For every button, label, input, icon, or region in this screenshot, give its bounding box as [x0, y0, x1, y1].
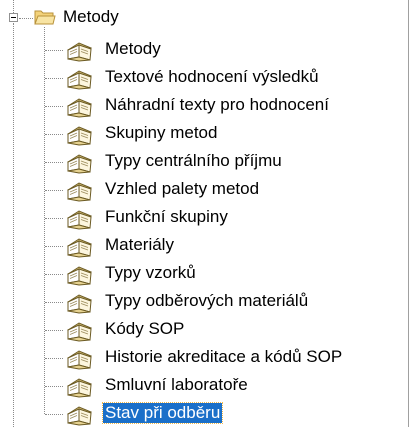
- tree-item-label: Skupiny metod: [105, 123, 218, 142]
- tree-line-children: [44, 27, 45, 414]
- tree-line-h: [45, 162, 63, 163]
- tree-item-label: Typy centrálního příjmu: [105, 151, 282, 170]
- tree-item-label: Smluvní laboratoře: [105, 375, 248, 394]
- tree-item-skupiny-metod[interactable]: Skupiny metod: [64, 121, 394, 147]
- tree-line-h: [45, 106, 63, 107]
- tree-item-stav-pri-odberu[interactable]: Stav při odběru: [64, 401, 394, 427]
- book-icon: [67, 70, 92, 90]
- tree-item-label: Metody: [105, 39, 161, 58]
- tree-item-typy-odberovych[interactable]: Typy odběrových materiálů: [64, 289, 394, 315]
- tree-item-label: Náhradní texty pro hodnocení: [105, 95, 329, 114]
- tree-line-outer: [13, 23, 14, 427]
- tree-item-label: Kódy SOP: [105, 319, 185, 338]
- book-icon: [67, 42, 92, 62]
- tree-item-label: Textové hodnocení výsledků: [105, 67, 319, 86]
- tree-item-funkcni-skupiny[interactable]: Funkční skupiny: [64, 205, 394, 231]
- tree-line-h: [45, 302, 63, 303]
- tree-item-materialy[interactable]: Materiály: [64, 233, 394, 259]
- tree-item-typy-vzorku[interactable]: Typy vzorků: [64, 261, 394, 287]
- book-icon: [67, 98, 92, 118]
- book-icon: [67, 378, 92, 398]
- tree-line-root: [13, 0, 14, 13]
- tree-line-h: [45, 274, 63, 275]
- book-icon: [67, 294, 92, 314]
- tree-item-label: Typy odběrových materiálů: [105, 291, 309, 310]
- tree-line-h: [45, 190, 63, 191]
- tree-item-label: Materiály: [105, 235, 174, 254]
- book-icon: [67, 154, 92, 174]
- tree-line-h: [45, 218, 63, 219]
- tree-item-label: Vzhled palety metod: [105, 179, 260, 198]
- tree-line-h: [45, 246, 63, 247]
- tree-line-h: [45, 50, 63, 51]
- book-icon: [67, 406, 92, 426]
- book-icon: [67, 322, 92, 342]
- tree-item-label: Stav při odběru: [101, 402, 224, 424]
- book-icon: [67, 238, 92, 258]
- tree-line-h: [45, 414, 63, 415]
- tree-line-h: [45, 78, 63, 79]
- tree-item-metody[interactable]: Metody: [64, 37, 394, 63]
- tree-item-kody-sop[interactable]: Kódy SOP: [64, 317, 394, 343]
- tree-item-historie-akreditace[interactable]: Historie akreditace a kódů SOP: [64, 345, 394, 371]
- book-icon: [67, 126, 92, 146]
- collapse-toggle[interactable]: [9, 13, 18, 22]
- tree-line-h: [45, 134, 63, 135]
- tree-line-h: [45, 386, 63, 387]
- tree-item-label: Funkční skupiny: [105, 207, 228, 226]
- book-icon: [67, 266, 92, 286]
- book-icon: [67, 350, 92, 370]
- tree-item-typy-centralniho-prijmu[interactable]: Typy centrálního příjmu: [64, 149, 394, 175]
- tree-view[interactable]: Metody Metody Textové hodnocení výsledků…: [0, 0, 400, 427]
- tree-item-nahradni-texty[interactable]: Náhradní texty pro hodnocení: [64, 93, 394, 119]
- book-icon: [67, 210, 92, 230]
- tree-item-vzhled-palety[interactable]: Vzhled palety metod: [64, 177, 394, 203]
- tree-line-h: [45, 330, 63, 331]
- tree-line-h: [45, 358, 63, 359]
- book-icon: [67, 182, 92, 202]
- folder-open-icon: [34, 10, 56, 25]
- tree-item-label: Typy vzorků: [105, 263, 196, 282]
- tree-item-label: Historie akreditace a kódů SOP: [105, 347, 343, 366]
- tree-line-root-h: [19, 18, 33, 19]
- panel-border: [408, 0, 409, 427]
- tree-root-label[interactable]: Metody: [63, 7, 119, 27]
- tree-item-textove-hodnoceni[interactable]: Textové hodnocení výsledků: [64, 65, 394, 91]
- tree-item-smluvni-laboratore[interactable]: Smluvní laboratoře: [64, 373, 394, 399]
